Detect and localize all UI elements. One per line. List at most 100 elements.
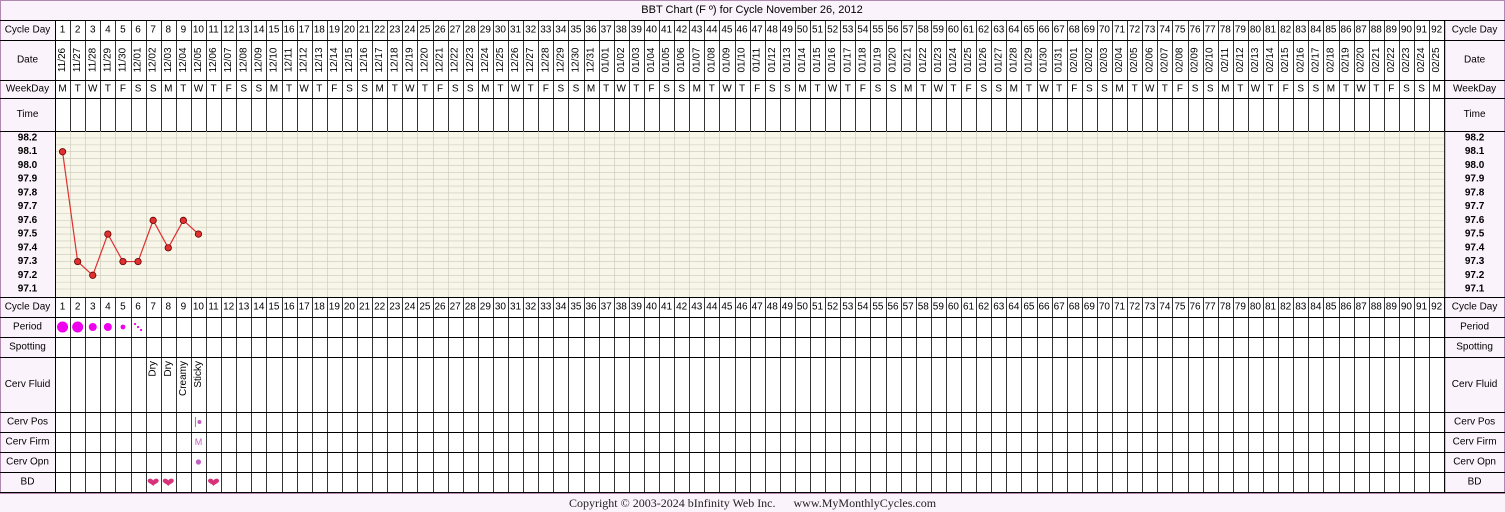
weekday-label: F	[1388, 84, 1394, 95]
temp-tick-right: 97.6	[1465, 215, 1485, 226]
weekday-label: W	[1039, 84, 1049, 95]
weekday-label: M	[481, 84, 489, 95]
cycle-day-number: 40	[646, 25, 658, 36]
cycle-day-number: 28	[465, 302, 477, 313]
cycle-day-number: 23	[389, 25, 401, 36]
row-label-left-date: Date	[17, 55, 39, 66]
site-link[interactable]: www.MyMonthlyCycles.com	[794, 496, 937, 510]
date-label: 12/13	[314, 47, 325, 72]
period-spotting-dot	[139, 328, 143, 332]
temp-tick-left: 98.1	[18, 146, 38, 157]
cycle-day-number: 85	[1325, 25, 1337, 36]
cycle-day-number: 22	[374, 25, 386, 36]
cycle-day-number: 44	[706, 25, 718, 36]
cycle-day-number: 36	[585, 25, 597, 36]
cycle-day-number: 54	[857, 25, 869, 36]
date-label: 12/05	[193, 47, 204, 72]
date-label: 12/21	[435, 47, 446, 72]
weekday-label: T	[286, 84, 292, 95]
cycle-day-number: 80	[1250, 302, 1262, 313]
weekday-label: F	[226, 84, 232, 95]
temp-tick-left: 97.3	[18, 256, 38, 267]
row-label-left-cerv_pos: Cerv Pos	[7, 417, 48, 428]
weekday-label: S	[995, 84, 1002, 95]
cerv-fluid-label: Sticky	[193, 361, 204, 388]
cycle-day-number: 41	[661, 302, 673, 313]
date-label: 12/11	[284, 47, 295, 72]
cycle-day-number: 1	[60, 302, 66, 313]
weekday-label: F	[543, 84, 549, 95]
cycle-day-number: 55	[872, 25, 884, 36]
date-label: 12/26	[510, 47, 521, 72]
weekday-label: T	[920, 84, 926, 95]
row-label-right-weekday: WeekDay	[1453, 84, 1496, 95]
weekday-label: F	[1177, 84, 1183, 95]
date-label: 01/16	[827, 47, 838, 72]
cycle-day-number: 70	[1099, 25, 1111, 36]
row-label-left-cerv_firm: Cerv Firm	[6, 437, 50, 448]
weekday-label: S	[663, 84, 670, 95]
cycle-day-number: 52	[827, 302, 839, 313]
date-label: 01/03	[631, 47, 642, 72]
cycle-day-number: 81	[1265, 302, 1277, 313]
cycle-day-number: 91	[1416, 302, 1428, 313]
date-label: 02/02	[1084, 47, 1095, 72]
weekday-label: F	[965, 84, 971, 95]
weekday-label: T	[739, 84, 745, 95]
row-label-left-period: Period	[13, 322, 42, 333]
temperature-point	[119, 257, 127, 266]
cycle-day-number: 68	[1069, 25, 1081, 36]
weekday-label: F	[860, 84, 866, 95]
temp-tick-right: 97.2	[1465, 270, 1485, 281]
row-label-left-cycle_day: Cycle Day	[5, 25, 51, 36]
weekday-label: S	[1207, 84, 1214, 95]
cycle-day-number: 21	[359, 25, 371, 36]
date-label: 12/02	[148, 47, 159, 72]
date-label: 01/12	[767, 47, 778, 72]
date-label: 12/07	[223, 47, 234, 72]
cycle-day-number: 35	[570, 25, 582, 36]
temp-tick-left: 97.5	[18, 229, 38, 240]
date-label: 12/09	[253, 47, 264, 72]
cerv-pos-marker	[197, 420, 202, 424]
cycle-day-number: 16	[283, 25, 295, 36]
weekday-label: S	[784, 84, 791, 95]
cycle-day-number: 73	[1144, 25, 1156, 36]
date-label: 02/23	[1401, 47, 1412, 72]
cycle-day-number: 92	[1431, 302, 1443, 313]
row-label-right-cycle_day: Cycle Day	[1452, 302, 1498, 313]
period-marker	[57, 321, 69, 333]
cycle-day-number: 66	[1038, 302, 1050, 313]
cycle-day-number: 75	[1174, 302, 1186, 313]
temp-tick-right: 97.4	[1465, 242, 1485, 253]
weekday-label: W	[88, 84, 98, 95]
weekday-label: S	[1101, 84, 1108, 95]
date-label: 12/18	[389, 47, 400, 72]
temp-tick-left: 97.8	[18, 187, 38, 198]
weekday-label: F	[1071, 84, 1077, 95]
cycle-day-number: 81	[1265, 25, 1277, 36]
cycle-day-number: 18	[314, 302, 326, 313]
weekday-label: S	[150, 84, 157, 95]
weekday-label: M	[798, 84, 806, 95]
cycle-day-number: 17	[299, 302, 311, 313]
cycle-day-number: 84	[1310, 25, 1322, 36]
date-label: 02/22	[1386, 47, 1397, 72]
weekday-label: M	[1221, 84, 1229, 95]
cycle-day-number: 43	[691, 302, 703, 313]
cycle-day-number: 57	[903, 302, 915, 313]
date-label: 12/29	[555, 47, 566, 72]
weekday-label: T	[1056, 84, 1062, 95]
weekday-label: T	[633, 84, 639, 95]
cycle-day-number: 9	[181, 302, 187, 313]
cycle-day-number: 53	[842, 25, 854, 36]
cycle-day-number: 19	[329, 302, 341, 313]
cycle-day-number: 27	[450, 302, 462, 313]
cycle-day-number: 58	[918, 25, 930, 36]
cycle-day-number: 7	[150, 302, 156, 313]
cycle-day-number: 91	[1416, 25, 1428, 36]
weekday-label: F	[437, 84, 443, 95]
date-label: 02/13	[1250, 47, 1261, 72]
date-label: 12/16	[359, 47, 370, 72]
date-label: 11/26	[57, 47, 68, 72]
